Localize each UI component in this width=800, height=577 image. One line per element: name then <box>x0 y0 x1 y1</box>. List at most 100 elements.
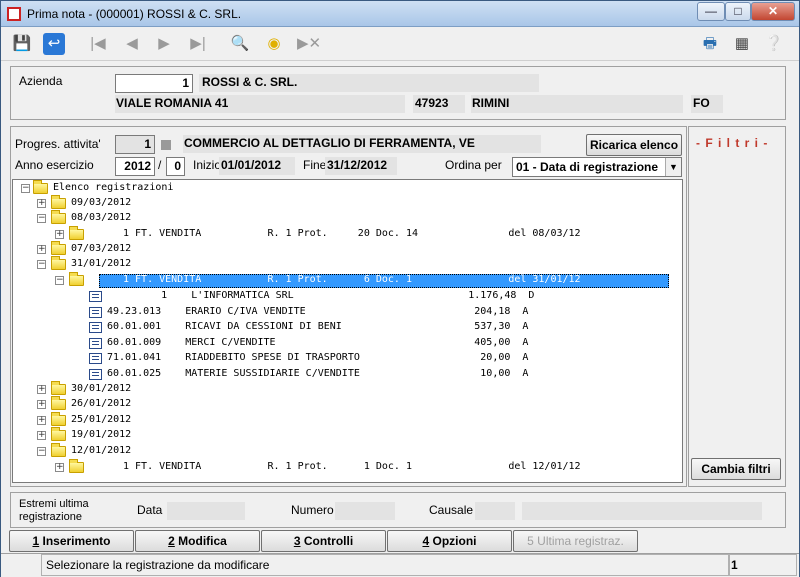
tree-registration-node[interactable]: 1 FT. VENDITA R. 1 Prot. 1 Doc. 1 del 12… <box>123 459 581 474</box>
progres-label: Progres. attivita' <box>15 137 101 151</box>
maximize-button[interactable]: □ <box>725 2 751 21</box>
folder-icon <box>69 272 84 286</box>
expand-icon[interactable]: + <box>37 400 46 409</box>
controlli-button[interactable]: 3 Controlli <box>261 530 386 552</box>
controlli-key: 3 <box>293 534 301 548</box>
filtri-title: - F i l t r i - <box>696 136 769 150</box>
folder-icon <box>51 381 66 395</box>
estremi-label-1: Estremi ultima <box>19 498 89 510</box>
province: FO <box>693 96 710 110</box>
tree-ledger-row[interactable]: 1 L'INFORMATICA SRL 1.176,48 D <box>107 288 534 303</box>
expand-icon[interactable]: + <box>37 431 46 440</box>
app-icon <box>7 7 21 21</box>
tree-date-node[interactable]: 26/01/2012 <box>71 396 131 411</box>
folder-icon <box>51 256 66 270</box>
tree-ledger-row[interactable]: 60.01.025 MATERIE SUSSIDIARIE C/VENDITE … <box>107 366 528 381</box>
expand-icon[interactable]: + <box>37 245 46 254</box>
tree-date-node[interactable]: 31/01/2012 <box>71 256 131 271</box>
numero-label: Numero <box>291 503 334 517</box>
title-bar: Prima nota - (000001) ROSSI & C. SRL. — … <box>1 1 799 27</box>
tree-ledger-row[interactable]: 60.01.009 MERCI C/VENDITE 405,00 A <box>107 335 528 350</box>
inserimento-button[interactable]: 1 Inserimento <box>9 530 134 552</box>
collapse-icon[interactable]: − <box>55 276 64 285</box>
causale-code-field <box>475 502 515 520</box>
azienda-code-field[interactable]: 1 <box>115 74 193 93</box>
folder-icon <box>51 412 66 426</box>
tree-ledger-row[interactable]: 49.23.013 ERARIO C/IVA VENDITE 204,18 A <box>107 304 528 319</box>
data-field <box>167 502 245 520</box>
ultima-registrazione-button[interactable]: 5 Ultima registraz. <box>513 530 638 552</box>
ordina-select[interactable]: 01 - Data di registrazione ▼ <box>512 157 682 177</box>
folder-icon <box>69 459 84 473</box>
save-icon[interactable]: 💾 <box>11 33 33 55</box>
tree-ledger-row[interactable]: 71.01.041 RIADDEBITO SPESE DI TRASPORTO … <box>107 350 528 365</box>
tree-date-node[interactable]: 19/01/2012 <box>71 427 131 442</box>
progres-code-field[interactable]: 1 <box>115 135 155 154</box>
minimize-button[interactable]: — <box>697 2 725 21</box>
anno-separator: / <box>158 158 162 172</box>
tree-date-node[interactable]: 09/03/2012 <box>71 195 131 210</box>
ordina-value: 01 - Data di registrazione <box>516 160 659 174</box>
help-icon[interactable]: ❔ <box>763 33 785 55</box>
collapse-icon[interactable]: − <box>21 184 30 193</box>
collapse-icon[interactable]: − <box>37 260 46 269</box>
tree-date-node[interactable]: 08/03/2012 <box>71 210 131 225</box>
folder-icon <box>33 180 48 194</box>
print-icon[interactable]: 🖶 <box>699 33 721 55</box>
tree-date-node[interactable]: 12/01/2012 <box>71 443 131 458</box>
tree-date-node[interactable]: 25/01/2012 <box>71 412 131 427</box>
expand-icon[interactable]: + <box>55 463 64 472</box>
cambia-filtri-button[interactable]: Cambia filtri <box>691 458 781 480</box>
anno-field[interactable]: 2012 <box>115 157 155 176</box>
back-icon[interactable]: ↩ <box>43 33 65 55</box>
tree-root[interactable]: Elenco registrazioni <box>53 180 173 195</box>
modifica-label: Modifica <box>174 534 227 548</box>
last-record-icon[interactable]: ▶| <box>187 33 209 55</box>
expand-icon[interactable]: + <box>37 385 46 394</box>
ledger-entry-icon <box>89 353 102 364</box>
previous-record-icon[interactable]: ◀ <box>121 33 143 55</box>
folder-icon <box>69 226 84 240</box>
next-record-icon[interactable]: ▶ <box>153 33 175 55</box>
opzioni-label: Opzioni <box>429 534 477 548</box>
collapse-icon[interactable]: − <box>37 447 46 456</box>
refresh-icon[interactable]: ◉ <box>263 33 285 55</box>
folder-icon <box>51 210 66 224</box>
collapse-icon[interactable]: − <box>37 214 46 223</box>
expand-icon[interactable]: + <box>55 230 64 239</box>
ledger-entry-icon <box>89 307 102 318</box>
expand-icon[interactable]: + <box>37 199 46 208</box>
folder-icon <box>51 443 66 457</box>
progres-lookup-icon[interactable] <box>161 140 171 150</box>
folder-icon <box>51 396 66 410</box>
azienda-label: Azienda <box>19 74 63 88</box>
tree-date-node[interactable]: 07/03/2012 <box>71 241 131 256</box>
causale-desc-field <box>522 502 762 520</box>
ledger-entry-icon <box>89 369 102 380</box>
estremi-label-2: registrazione <box>19 511 82 523</box>
tree-date-node[interactable]: 30/01/2012 <box>71 381 131 396</box>
inserimento-label: Inserimento <box>39 534 111 548</box>
close-button[interactable]: ✕ <box>751 2 795 21</box>
registrations-tree[interactable]: − Elenco registrazioni + 09/03/2012 − 08… <box>12 179 683 483</box>
tree-ledger-row[interactable]: 60.01.001 RICAVI DA CESSIONI DI BENI 537… <box>107 319 528 334</box>
status-page-cell <box>729 554 797 576</box>
progres-desc: COMMERCIO AL DETTAGLIO DI FERRAMENTA, VE <box>184 136 475 150</box>
tree-registration-node[interactable]: 1 FT. VENDITA R. 1 Prot. 20 Doc. 14 del … <box>123 226 581 241</box>
numero-field <box>335 502 395 520</box>
chevron-down-icon[interactable]: ▼ <box>665 158 681 176</box>
tree-registration-node-selected[interactable]: 1 FT. VENDITA R. 1 Prot. 6 Doc. 1 del 31… <box>123 272 581 287</box>
ledger-entry-icon <box>89 338 102 349</box>
delete-icon[interactable]: ▶✕ <box>297 33 321 55</box>
cap: 47923 <box>415 96 449 110</box>
search-icon[interactable]: 🔍 <box>229 33 251 55</box>
fine-label: Fine <box>303 158 327 172</box>
opzioni-button[interactable]: 4 Opzioni <box>387 530 512 552</box>
first-record-icon[interactable]: |◀ <box>87 33 109 55</box>
modifica-button[interactable]: 2 Modifica <box>135 530 260 552</box>
expand-icon[interactable]: + <box>37 416 46 425</box>
ricarica-elenco-button[interactable]: Ricarica elenco <box>586 134 682 156</box>
anno-sub-field[interactable]: 0 <box>166 157 185 176</box>
calculator-icon[interactable]: ▦ <box>731 33 753 55</box>
status-page: 1 <box>731 558 738 572</box>
